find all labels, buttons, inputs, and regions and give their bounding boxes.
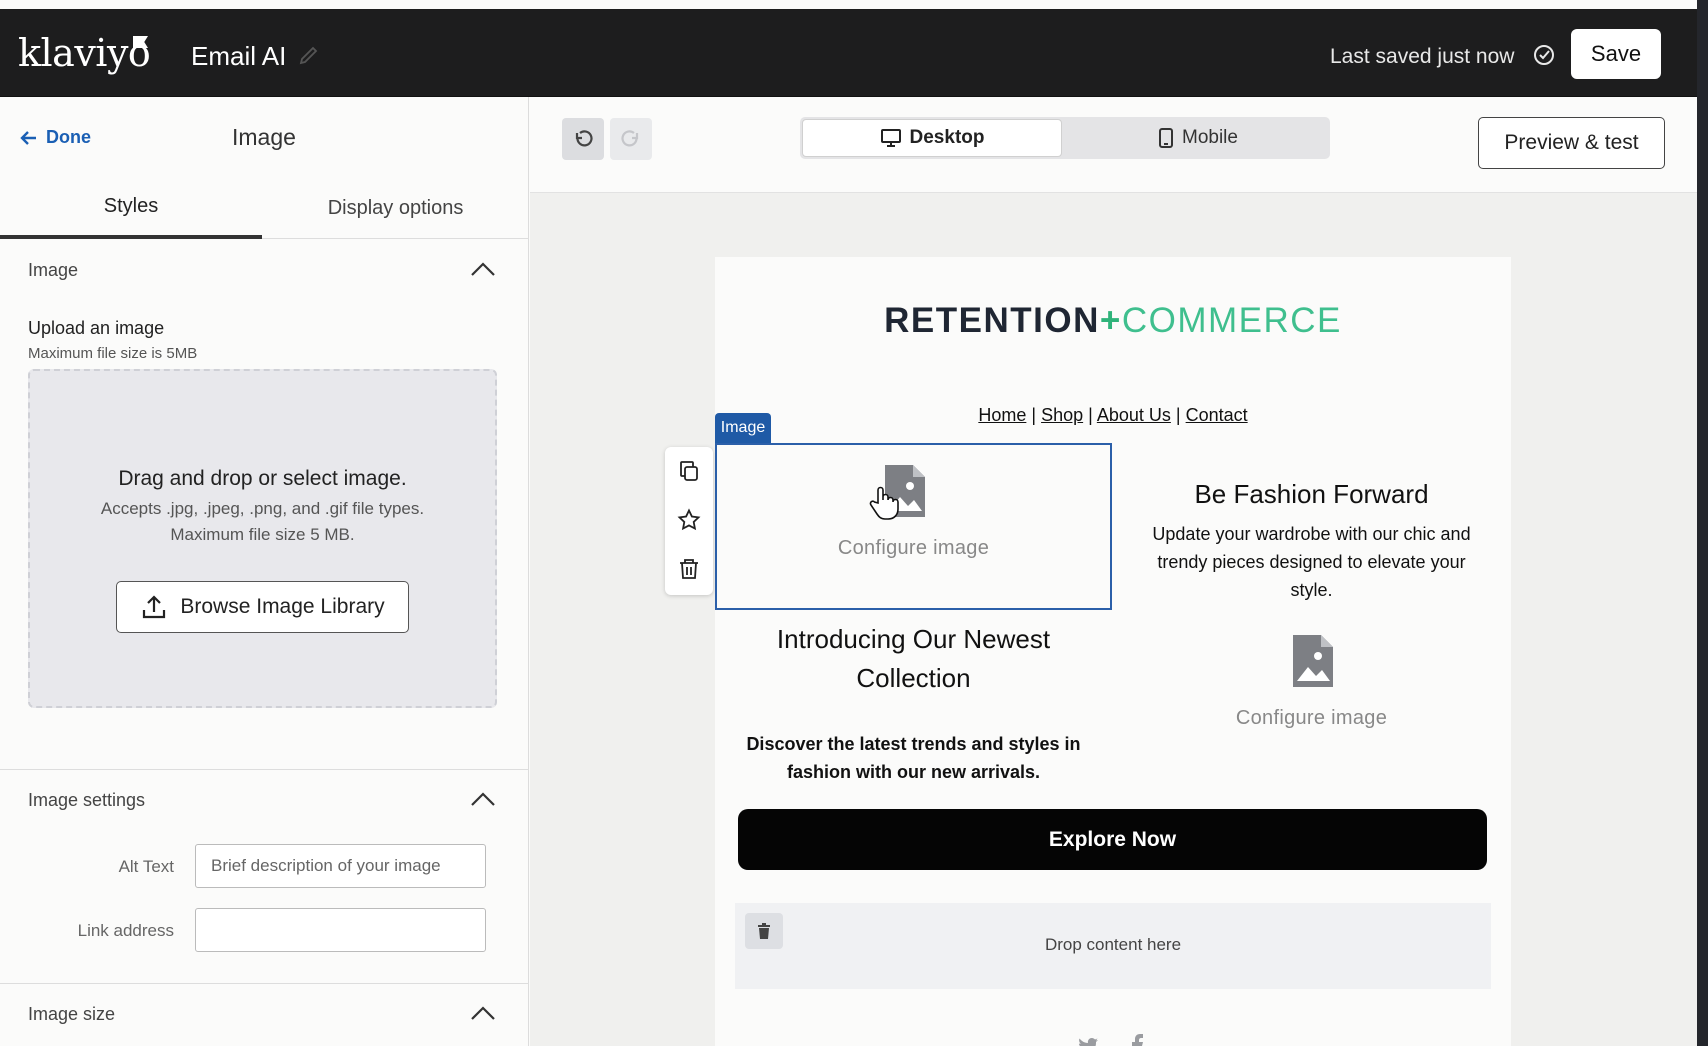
right-body-text: Update your wardrobe with our chic and t… [1152,524,1471,600]
hand-cursor-icon [869,486,899,520]
done-label: Done [46,127,91,147]
alt-text-input[interactable] [195,844,486,888]
dropzone-maxsize: Maximum file size 5 MB. [170,525,355,544]
explore-now-button[interactable]: Explore Now [738,809,1487,870]
view-toggle: Desktop Mobile [800,117,1330,159]
selected-image-block[interactable]: Configure image [715,443,1112,610]
brand-part-retention: RETENTION [884,301,1100,340]
social-icons [1079,1034,1143,1046]
editor-toolbar: Desktop Mobile Preview & test [530,97,1697,193]
alt-text-label: Alt Text [118,857,174,876]
email-nav: Home | Shop | About Us | Contact [715,405,1511,426]
desktop-icon [880,129,901,147]
browse-image-library-button[interactable]: Browse Image Library [116,581,409,633]
nav-separator: | [1031,405,1037,425]
right-heading: Be Fashion Forward [1194,479,1429,509]
redo-button[interactable] [610,118,652,160]
image-size-title: Image size [28,1004,116,1024]
nav-separator: | [1088,405,1093,425]
duplicate-icon[interactable] [677,459,701,483]
configure-image-label: Configure image [837,537,990,559]
left-heading: Introducing Our Newest Collection [776,624,1051,693]
image-settings-header[interactable]: Image settings [0,772,529,832]
undo-icon [575,130,593,147]
nav-shop-link[interactable]: Shop [1041,405,1083,425]
app-frame: klaviyo Email AI Last saved just now Sav… [0,0,1697,1046]
save-button[interactable]: Save [1571,29,1661,79]
section-divider [0,769,529,770]
desktop-label: Desktop [909,127,985,148]
configure-image-label: Configure image [1235,707,1388,729]
mobile-icon [1159,128,1173,148]
left-body-text: Discover the latest trends and styles in… [746,734,1081,782]
chevron-up-icon[interactable] [470,1004,496,1024]
undo-button[interactable] [562,118,604,160]
chevron-up-icon[interactable] [470,260,496,280]
editor-canvas: Desktop Mobile Preview & test RETENTION+… [530,97,1697,1046]
done-button[interactable]: Done [20,127,91,148]
top-bar: klaviyo Email AI Last saved just now Sav… [0,9,1697,97]
nav-separator: | [1175,405,1181,425]
facebook-icon [1132,1034,1143,1046]
upload-icon [143,595,166,619]
panel-tabs: Styles Display options [0,177,529,239]
brand-logo[interactable]: RETENTION+COMMERCE [715,301,1511,341]
nav-home-link[interactable]: Home [978,405,1026,425]
tab-styles[interactable]: Styles [0,177,262,239]
app-title: Email AI [191,41,287,71]
klaviyo-logo[interactable]: klaviyo [18,31,151,75]
image-section-header[interactable]: Image [0,242,529,302]
upload-size-note: Maximum file size is 5MB [28,345,198,362]
image-file-icon [1293,635,1333,687]
redo-icon [621,130,639,147]
image-size-header[interactable]: Image size [0,986,529,1046]
block-actions-toolbar [665,447,713,595]
right-image-placeholder[interactable]: Configure image [1112,635,1511,775]
brand-part-commerce: COMMERCE [1121,301,1342,340]
dropzone-filetypes: Accepts .jpg, .jpeg, .png, and .gif file… [100,499,425,518]
preview-test-button[interactable]: Preview & test [1478,117,1665,169]
check-circle-icon [1534,45,1554,65]
upload-label: Upload an image [28,318,165,338]
section-divider [0,983,529,984]
star-icon[interactable] [677,508,701,532]
nav-about-link[interactable]: About Us [1097,405,1171,425]
empty-drop-row[interactable]: Drop content here [735,903,1491,989]
link-address-label: Link address [77,921,174,940]
image-section-title: Image [28,260,79,280]
mobile-label: Mobile [1182,127,1238,148]
brand-plus: + [1099,301,1122,340]
nav-contact-link[interactable]: Contact [1186,405,1248,425]
desktop-view-button[interactable]: Desktop [802,119,1062,157]
trash-icon[interactable] [677,557,701,581]
browse-label: Browse Image Library [180,595,385,618]
chevron-up-icon[interactable] [470,790,496,810]
panel-title: Image [232,124,296,150]
left-panel: Done Image Styles Display options Image … [0,97,529,1046]
dropzone-title: Drag and drop or select image. [118,467,407,490]
image-dropzone[interactable]: Drag and drop or select image. Accepts .… [28,369,497,708]
arrow-left-icon [20,130,36,145]
saved-status: Last saved just now [1330,45,1515,68]
email-body: RETENTION+COMMERCE Home | Shop | About U… [665,257,1511,1046]
edit-pencil-icon[interactable] [297,43,321,67]
window-right-edge [1697,0,1708,1046]
image-settings-title: Image settings [28,790,146,810]
selected-block-tag: Image [715,413,771,443]
mobile-view-button[interactable]: Mobile [1068,119,1328,157]
drop-content-text: Drop content here [1044,935,1182,954]
twitter-icon [1079,1038,1098,1046]
tab-display-options[interactable]: Display options [262,177,529,239]
link-address-input[interactable] [195,908,486,952]
